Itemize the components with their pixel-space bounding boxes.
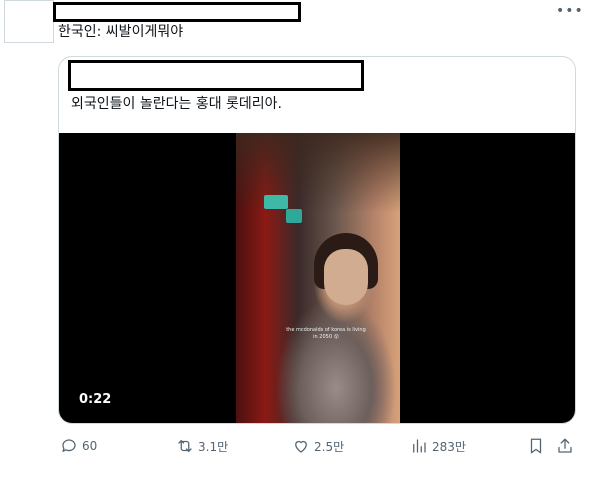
more-icon[interactable]: •••	[556, 4, 584, 18]
share-button[interactable]	[556, 434, 578, 458]
avatar[interactable]	[4, 0, 54, 43]
quoted-tweet-text: 외국인들이 놀란다는 홍대 롯데리아.	[71, 96, 282, 112]
bookmark-icon	[530, 438, 542, 454]
like-count: 2.5만	[314, 439, 345, 454]
video-sign	[286, 209, 302, 223]
share-icon	[558, 438, 572, 453]
video-person-face	[324, 249, 368, 305]
reply-count: 60	[82, 439, 98, 453]
heart-icon	[295, 440, 307, 453]
quoted-tweet[interactable]: 외국인들이 놀란다는 홍대 롯데리아. the mcdonalds of kor…	[58, 56, 576, 424]
video-ceiling	[236, 133, 400, 213]
tweet-text: 한국인: 씨발이게뭐야	[58, 24, 184, 40]
video-frame[interactable]: the mcdonalds of korea is living in 2050…	[236, 133, 400, 423]
reply-icon	[62, 439, 76, 452]
action-bar: 60 3.1만 2.5만 283만	[0, 434, 591, 458]
views-count: 283만	[432, 439, 466, 454]
redacted-username[interactable]	[53, 2, 301, 22]
video-sign	[264, 195, 288, 209]
retweet-count: 3.1만	[198, 439, 229, 454]
views-button[interactable]: 283만	[410, 434, 466, 458]
redacted-quoted-username	[68, 60, 364, 91]
retweet-icon	[178, 440, 192, 452]
analytics-icon	[413, 439, 426, 453]
retweet-button[interactable]: 3.1만	[176, 434, 228, 458]
like-button[interactable]: 2.5만	[292, 434, 344, 458]
video-player[interactable]: the mcdonalds of korea is living in 2050…	[59, 133, 575, 423]
video-duration: 0:22	[79, 392, 112, 407]
video-caption: the mcdonalds of korea is living in 2050…	[286, 327, 366, 340]
bookmark-button[interactable]	[527, 434, 549, 458]
reply-button[interactable]: 60	[60, 434, 97, 458]
